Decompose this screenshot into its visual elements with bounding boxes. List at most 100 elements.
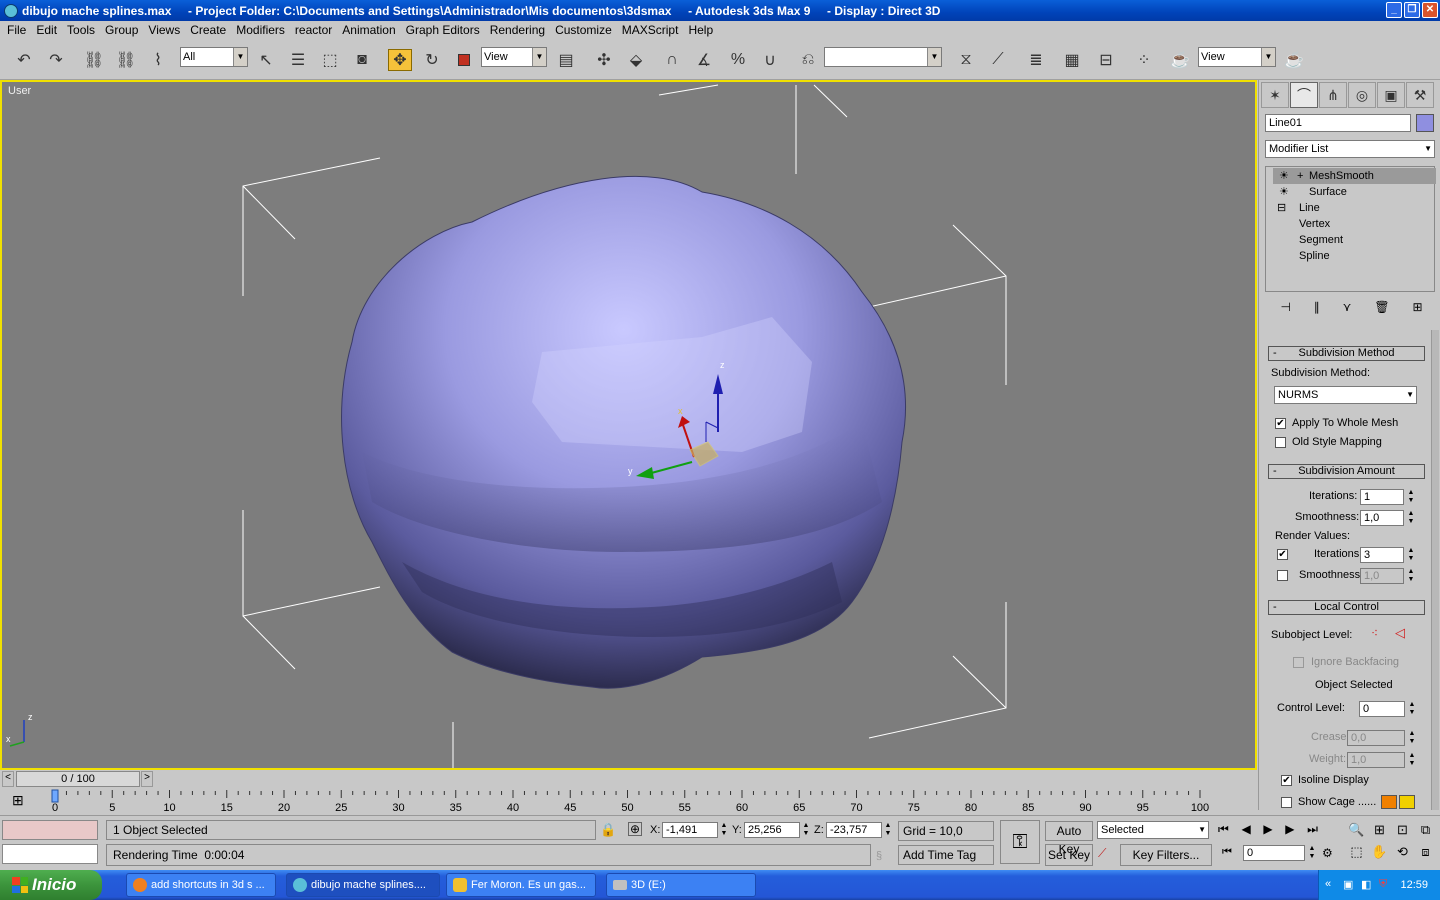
ignore-backfacing-checkbox[interactable] [1293, 657, 1304, 668]
create-tab-icon[interactable]: ✶ [1261, 82, 1289, 108]
menu-file[interactable]: File [2, 21, 31, 40]
edge-level-icon[interactable]: ◁ [1395, 625, 1405, 641]
set-key-icon[interactable]: ⚿ [1000, 820, 1040, 864]
keyboard-shortcut-override-icon[interactable]: ⬙ [624, 49, 648, 71]
spinner-arrows-icon[interactable]: ▲ ▼ [1407, 752, 1417, 768]
stack-item-surface[interactable]: ☀ Surface [1273, 184, 1436, 200]
menu-tools[interactable]: Tools [62, 21, 100, 40]
rollout-local-control[interactable]: - Local Control [1268, 600, 1425, 615]
menu-rendering[interactable]: Rendering [485, 21, 550, 40]
spinner-arrows-icon[interactable]: ▲ ▼ [1406, 510, 1416, 526]
set-key-button[interactable]: Set Key [1045, 844, 1093, 866]
key-tangent-icon[interactable]: ⟋ [1098, 846, 1106, 861]
menu-modifiers[interactable]: Modifiers [231, 21, 290, 40]
menu-views[interactable]: Views [143, 21, 185, 40]
utilities-tab-icon[interactable]: ⚒ [1406, 82, 1434, 108]
lock-selection-icon[interactable]: 🔒 [600, 822, 616, 838]
app-icon[interactable] [4, 3, 18, 18]
spinner-arrows-icon[interactable]: ▲ ▼ [801, 822, 811, 838]
security-icon[interactable]: ⛨ [1379, 878, 1387, 891]
pan-icon[interactable]: ✋ [1368, 844, 1391, 866]
rollout-subdivision-method[interactable]: - Subdivision Method [1268, 346, 1425, 361]
spinner-arrows-icon[interactable]: ▲ ▼ [1406, 489, 1416, 505]
lightbulb-icon[interactable]: ☀ [1279, 168, 1289, 184]
current-time-marker[interactable] [51, 789, 59, 803]
task-messenger[interactable]: Fer Moron. Es un gas... [446, 873, 596, 897]
arc-rotate-icon[interactable]: ⟲ [1391, 844, 1414, 866]
apply-whole-mesh-checkbox[interactable]: ✔ [1275, 418, 1286, 429]
go-to-end-icon[interactable]: ⏭ [1307, 822, 1318, 840]
select-by-name-icon[interactable]: ☰ [286, 49, 310, 71]
stack-item-spline[interactable]: Spline [1273, 248, 1436, 264]
window-crossing-icon[interactable]: ◙ [350, 49, 374, 71]
maxscript-listener-mini[interactable] [2, 820, 98, 840]
time-slider-thumb[interactable]: 0 / 100 [16, 771, 140, 787]
spinner-arrows-icon[interactable]: ▲ ▼ [719, 822, 729, 838]
rotate-icon[interactable]: ↻ [420, 49, 444, 71]
snap-toggle-icon[interactable]: ∩ [660, 49, 684, 71]
configure-sets-icon[interactable]: ⊞ [1412, 300, 1422, 318]
display-tab-icon[interactable]: ▣ [1377, 82, 1405, 108]
render-smoothness-spinner[interactable]: 1,0 [1360, 568, 1404, 584]
mirror-icon[interactable]: ⧖ [954, 49, 978, 71]
maxscript-input-mini[interactable] [2, 844, 98, 864]
tray-arrow-icon[interactable]: « [1325, 878, 1331, 890]
subdivision-method-dropdown[interactable]: NURMS ▼ [1274, 386, 1417, 404]
percent-snap-icon[interactable]: % [726, 49, 750, 71]
meshsmooth-object[interactable] [341, 175, 907, 689]
render-smoothness-checkbox[interactable] [1277, 570, 1288, 581]
maximize-viewport-icon[interactable]: ⧈ [1414, 844, 1437, 866]
cage-color-swatch[interactable] [1381, 795, 1397, 809]
current-frame-field[interactable]: 0 [1243, 845, 1305, 861]
render-iterations-spinner[interactable]: 3 [1360, 547, 1404, 563]
rollout-subdivision-amount[interactable]: - Subdivision Amount [1268, 464, 1425, 479]
select-link-icon[interactable]: ⛓ [82, 49, 106, 71]
viewport-user[interactable]: User z y x z x [0, 80, 1257, 770]
task-drive[interactable]: 3D (E:) [606, 873, 756, 897]
unlink-icon[interactable]: ⛓ [114, 49, 138, 71]
undo-icon[interactable]: ↶ [12, 49, 36, 71]
object-name-field[interactable]: Line01 [1265, 114, 1411, 132]
auto-key-button[interactable]: Auto Key [1045, 821, 1093, 856]
pin-stack-icon[interactable]: ⊣ [1280, 300, 1290, 318]
menu-maxscript[interactable]: MAXScript [617, 21, 684, 40]
key-mode-icon[interactable]: ⏮ [1222, 846, 1232, 859]
network-icon[interactable]: ▣ [1343, 878, 1353, 891]
spinner-arrows-icon[interactable]: ▲ ▼ [1406, 547, 1416, 563]
menu-create[interactable]: Create [185, 21, 231, 40]
clock[interactable]: 12:59 [1400, 879, 1428, 891]
lightbulb-icon[interactable]: ☀ [1279, 184, 1289, 200]
menu-group[interactable]: Group [100, 21, 143, 40]
z-coord-field[interactable]: -23,757 [826, 822, 882, 838]
iterations-spinner[interactable]: 1 [1360, 489, 1404, 505]
spinner-arrows-icon[interactable]: ▲ ▼ [1407, 730, 1417, 746]
collapse-icon[interactable]: ⊟ [1277, 200, 1286, 216]
select-object-icon[interactable]: ↖ [254, 49, 278, 71]
hierarchy-tab-icon[interactable]: ⋔ [1319, 82, 1347, 108]
start-button[interactable]: Inicio [0, 870, 102, 900]
angle-snap-icon[interactable]: ∡ [692, 49, 716, 71]
menu-reactor[interactable]: reactor [290, 21, 337, 40]
stack-item-line[interactable]: ⊟ Line [1273, 200, 1436, 216]
manipulate-icon[interactable]: ✣ [592, 49, 616, 71]
previous-frame-icon[interactable]: ◀ [1241, 822, 1250, 840]
expand-icon[interactable]: + [1297, 168, 1303, 184]
pivot-center-icon[interactable]: ▤ [554, 49, 578, 71]
stack-item-segment[interactable]: Segment [1273, 232, 1436, 248]
play-icon[interactable]: ▶ [1263, 822, 1272, 840]
close-button[interactable]: ✕ [1422, 2, 1438, 18]
menu-help[interactable]: Help [683, 21, 718, 40]
weight-spinner[interactable]: 1,0 [1347, 752, 1405, 768]
key-filters-button[interactable]: Key Filters... [1120, 844, 1212, 866]
zoom-all-icon[interactable]: ⊞ [1368, 822, 1391, 844]
material-editor-icon[interactable]: ⁘ [1132, 49, 1156, 71]
redo-icon[interactable]: ↷ [44, 49, 68, 71]
menu-customize[interactable]: Customize [550, 21, 617, 40]
scale-icon[interactable] [452, 49, 476, 71]
field-of-view-icon[interactable]: ⬚ [1345, 844, 1368, 866]
task-firefox[interactable]: add shortcuts in 3d s ... [126, 873, 276, 897]
minimize-button[interactable]: _ [1386, 2, 1402, 18]
schematic-view-icon[interactable]: ⊟ [1094, 49, 1118, 71]
crease-spinner[interactable]: 0,0 [1347, 730, 1405, 746]
show-cage-checkbox[interactable] [1281, 797, 1292, 808]
